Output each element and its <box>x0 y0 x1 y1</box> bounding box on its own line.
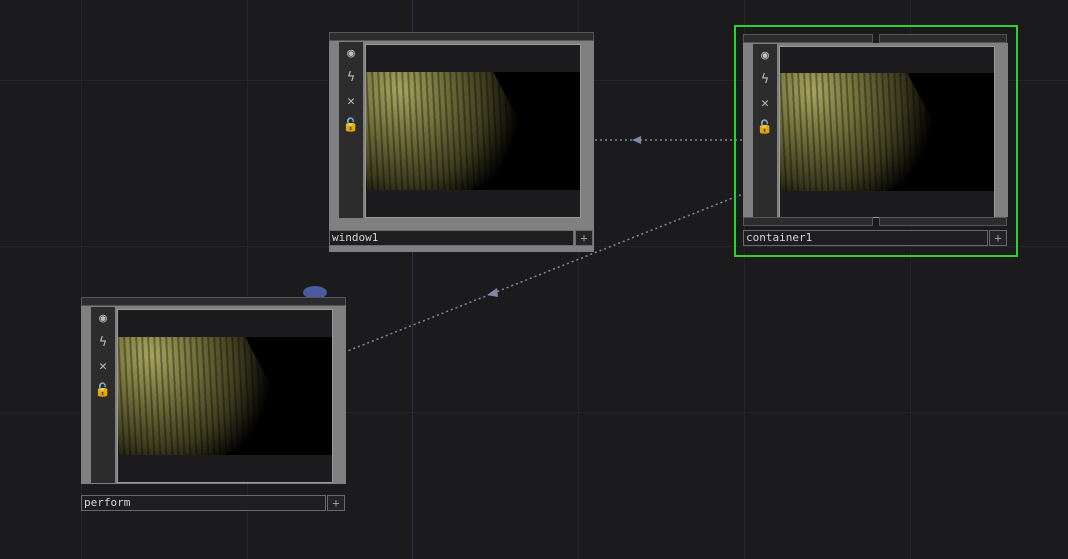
node-flag-column: ◉ ϟ ✕ 🔓 <box>91 307 115 483</box>
node-flag-column: ◉ ϟ ✕ 🔓 <box>339 42 363 218</box>
preview-image <box>366 72 580 190</box>
preview-image <box>780 73 994 191</box>
letterbox-top <box>780 47 994 73</box>
node-viewer[interactable] <box>365 44 581 218</box>
preview-image <box>118 337 332 455</box>
node-window1[interactable]: ◉ ϟ ✕ 🔓 window1 + <box>329 32 595 252</box>
lock-icon[interactable]: 🔓 <box>93 381 113 401</box>
letterbox-bottom <box>118 455 332 482</box>
node-plus-button[interactable]: + <box>989 230 1007 246</box>
node-name-field[interactable]: window1 <box>329 230 574 246</box>
lock-icon[interactable]: 🔓 <box>755 118 775 138</box>
bypass-icon[interactable]: ϟ <box>341 68 361 88</box>
viewer-icon[interactable]: ◉ <box>93 309 113 329</box>
letterbox-top <box>118 310 332 337</box>
node-flag-column: ◉ ϟ ✕ 🔓 <box>753 44 777 218</box>
bypass-icon[interactable]: ϟ <box>93 333 113 353</box>
delete-icon[interactable]: ✕ <box>341 92 361 112</box>
texture-streak <box>366 72 538 190</box>
node-header[interactable] <box>329 32 594 41</box>
node-plus-button[interactable]: + <box>575 230 593 246</box>
letterbox-bottom <box>366 190 580 217</box>
node-name-field[interactable]: container1 <box>743 230 988 246</box>
node-container1[interactable]: ◉ ϟ ✕ 🔓 container1 + <box>743 34 1009 250</box>
texture-streak <box>780 73 952 191</box>
node-header-right[interactable] <box>879 34 1007 43</box>
node-viewer[interactable] <box>779 46 995 218</box>
letterbox-top <box>366 45 580 72</box>
viewer-icon[interactable]: ◉ <box>755 46 775 66</box>
lock-icon[interactable]: 🔓 <box>341 116 361 136</box>
node-footer-right <box>879 217 1007 226</box>
delete-icon[interactable]: ✕ <box>93 357 113 377</box>
viewer-icon[interactable]: ◉ <box>341 44 361 64</box>
bypass-icon[interactable]: ϟ <box>755 70 775 90</box>
node-name-field[interactable]: perform <box>81 495 326 511</box>
node-viewer[interactable] <box>117 309 333 483</box>
node-header[interactable] <box>81 297 346 306</box>
letterbox-bottom <box>780 191 994 217</box>
texture-streak <box>118 337 290 455</box>
delete-icon[interactable]: ✕ <box>755 94 775 114</box>
wire-arrow-icon <box>632 136 641 144</box>
node-perform[interactable]: ◉ ϟ ✕ 🔓 perform + <box>81 297 347 513</box>
node-header-left[interactable] <box>743 34 873 43</box>
node-plus-button[interactable]: + <box>327 495 345 511</box>
node-footer-left <box>743 217 873 226</box>
